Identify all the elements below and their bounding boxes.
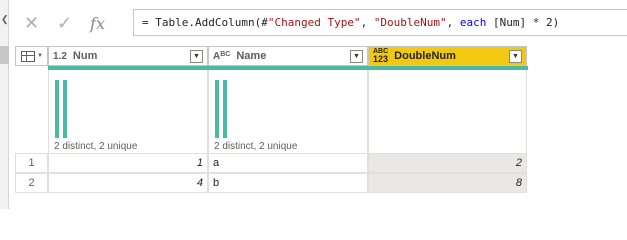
table-icon (21, 50, 35, 62)
column-header-num[interactable]: 1.2 Num ▼ (48, 46, 208, 66)
formula-bar: ✕ ✓ fx = Table.AddColumn(# "Changed Type"… (15, 7, 627, 40)
column-profile-doublenum (368, 70, 527, 153)
cell-name[interactable]: b (208, 173, 368, 193)
formula-part: , (360, 16, 374, 29)
distribution-bar (223, 80, 227, 138)
formula-part: , (446, 16, 460, 29)
formula-input[interactable]: = Table.AddColumn(# "Changed Type", "Doub… (133, 9, 627, 36)
table-menu-button[interactable]: ▼ (15, 46, 48, 66)
formula-string: "DoubleNum" (373, 16, 447, 29)
cell-doublenum[interactable]: 8 (368, 173, 527, 193)
filter-dropdown-icon[interactable]: ▼ (509, 50, 522, 63)
cell-num[interactable]: 4 (48, 173, 208, 193)
column-header-name[interactable]: ABC Name ▼ (208, 46, 368, 66)
distinct-count: 2 distinct, 2 unique (54, 141, 138, 152)
any-type-icon[interactable]: ABC 123 (373, 48, 388, 64)
column-name: DoubleNum (394, 50, 456, 62)
filter-dropdown-icon[interactable]: ▼ (350, 50, 363, 63)
row-number[interactable]: 1 (15, 153, 48, 173)
formula-part: [Num] * 2) (486, 16, 560, 29)
column-profile-name: 2 distinct, 2 unique (208, 70, 368, 153)
column-name: Num (72, 50, 98, 62)
fx-icon[interactable]: fx (81, 7, 114, 40)
distribution-chart (55, 80, 67, 138)
filter-dropdown-icon[interactable]: ▼ (190, 50, 203, 63)
table-row: 2 4 b 8 (15, 173, 627, 193)
table-row: 1 1 a 2 (15, 153, 627, 173)
distribution-chart (215, 80, 227, 138)
decimal-type-icon[interactable]: 1.2 (53, 51, 67, 62)
formula-string: "Changed Type" (267, 16, 361, 29)
chevron-down-icon: ▼ (37, 53, 43, 59)
cell-name[interactable]: a (208, 153, 368, 173)
cell-num[interactable]: 1 (48, 153, 208, 173)
column-header-doublenum[interactable]: ABC 123 DoubleNum ▼ (368, 46, 527, 66)
header-row: ▼ 1.2 Num ▼ ABC Name ▼ ABC 123 DoubleNum … (15, 46, 627, 66)
cell-doublenum[interactable]: 2 (368, 153, 527, 173)
fx-label: fx (90, 14, 105, 33)
distribution-bar (215, 80, 219, 138)
column-profile-num: 2 distinct, 2 unique (48, 70, 208, 153)
formula-part: = Table.AddColumn(# (142, 16, 268, 29)
distinct-count: 2 distinct, 2 unique (214, 141, 298, 152)
row-number[interactable]: 2 (15, 173, 48, 193)
distribution-bar (63, 80, 67, 138)
column-name: Name (236, 50, 267, 62)
queries-pane-indicator (0, 46, 9, 64)
cancel-icon[interactable]: ✕ (15, 7, 48, 40)
commit-icon[interactable]: ✓ (48, 7, 81, 40)
chevron-left-icon[interactable]: ❮ (1, 14, 9, 25)
distribution-bar (55, 80, 59, 138)
queries-pane-collapsed[interactable]: ❮ (0, 0, 9, 209)
text-type-icon[interactable]: ABC (213, 51, 230, 62)
formula-keyword: each (459, 16, 487, 29)
